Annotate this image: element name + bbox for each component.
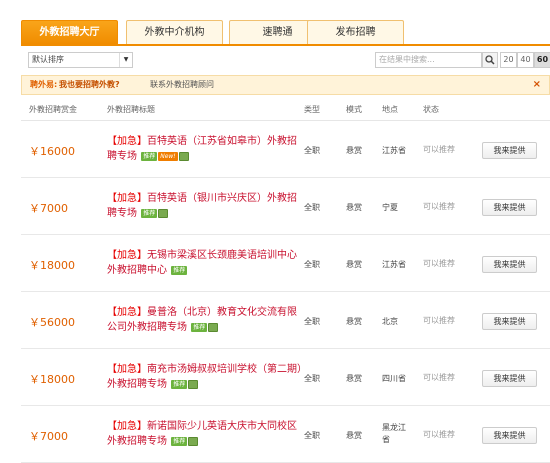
header-type: 类型: [304, 105, 320, 114]
page-size-60[interactable]: 60: [534, 52, 550, 68]
recommend-badge: 推荐: [141, 151, 158, 161]
job-mode: 悬赏: [346, 260, 362, 269]
search-button[interactable]: [482, 52, 498, 68]
sort-value: 默认排序: [32, 55, 64, 64]
job-mode: 悬赏: [346, 146, 362, 155]
job-status: 可以推荐: [423, 316, 455, 325]
salary-value: ￥18000: [29, 373, 75, 386]
tab-post-job[interactable]: 发布招聘: [307, 20, 404, 44]
job-title-link[interactable]: 【加急】百特英语（银川市兴庆区）外教招聘专场 推荐: [107, 191, 303, 221]
job-type: 全职: [304, 203, 320, 212]
provide-button[interactable]: 我来提供: [482, 427, 537, 444]
urgent-tag: 【加急】: [107, 250, 147, 261]
job-mode: 悬赏: [346, 374, 362, 383]
job-status: 可以推荐: [423, 202, 455, 211]
job-place: 宁夏: [382, 203, 398, 212]
table-row: ￥18000 【加急】无锡市梁溪区长颈鹿美语培训中心外教招聘中心 推荐 全职 悬…: [21, 235, 550, 292]
search-input[interactable]: 在结果中搜索...: [375, 52, 482, 68]
notice-question-link[interactable]: 我也要招聘外教?: [59, 76, 120, 94]
image-icon: [208, 322, 219, 332]
urgent-tag: 【加急】: [107, 421, 147, 432]
new-badge: New!: [158, 151, 178, 161]
job-title-link[interactable]: 【加急】新诺国际少儿英语大庆市大同校区外教招聘专场 推荐: [107, 419, 303, 449]
table-row: ￥18000 【加急】南充市汤姆叔叔培训学校（第二期）外教招聘专场 推荐 全职 …: [21, 349, 550, 406]
urgent-tag: 【加急】: [107, 307, 147, 318]
notice-label: 聘外易:: [30, 80, 58, 89]
job-status: 可以推荐: [423, 430, 455, 439]
salary-value: ￥18000: [29, 259, 75, 272]
job-type: 全职: [304, 146, 320, 155]
job-status: 可以推荐: [423, 373, 455, 382]
job-type: 全职: [304, 431, 320, 440]
contact-consultant-link[interactable]: 联系外教招聘顾问: [150, 76, 214, 94]
header-title: 外教招聘标题: [107, 105, 155, 114]
provide-button[interactable]: 我来提供: [482, 142, 537, 159]
job-place: 江苏省: [382, 260, 406, 269]
table-row: ￥7000 【加急】百特英语（银川市兴庆区）外教招聘专场 推荐 全职 悬赏 宁夏…: [21, 178, 550, 235]
job-type: 全职: [304, 260, 320, 269]
sort-dropdown[interactable]: 默认排序 ▼: [28, 52, 133, 68]
job-type: 全职: [304, 317, 320, 326]
salary-value: ￥56000: [29, 316, 75, 329]
table-row: ￥16000 【加急】百特英语（江苏省如皋市）外教招聘专场 推荐 New! 全职 …: [21, 121, 550, 178]
page-size-20[interactable]: 20: [500, 52, 517, 68]
close-icon[interactable]: ×: [533, 76, 541, 94]
job-mode: 悬赏: [346, 317, 362, 326]
job-place: 北京: [382, 317, 398, 326]
job-type: 全职: [304, 374, 320, 383]
tab-underline: [21, 44, 550, 46]
toolbar: 默认排序 ▼ 在结果中搜索... 20 40 60: [21, 49, 550, 71]
job-status: 可以推荐: [423, 145, 455, 154]
recommend-badge: 推荐: [171, 436, 188, 446]
job-mode: 悬赏: [346, 203, 362, 212]
job-title-link[interactable]: 【加急】南充市汤姆叔叔培训学校（第二期）外教招聘专场 推荐: [107, 362, 303, 392]
job-title-link[interactable]: 【加急】百特英语（江苏省如皋市）外教招聘专场 推荐 New!: [107, 134, 303, 164]
recommend-badge: 推荐: [191, 322, 208, 332]
notice-bar: 聘外易: 我也要招聘外教? 联系外教招聘顾问 ×: [21, 75, 550, 95]
header-mode: 模式: [346, 105, 362, 114]
tab-agencies[interactable]: 外教中介机构: [126, 20, 223, 44]
provide-button[interactable]: 我来提供: [482, 256, 537, 273]
job-title-link[interactable]: 【加急】曼普洛（北京）教育文化交流有限公司外教招聘专场 推荐: [107, 305, 303, 335]
image-icon: [158, 208, 169, 218]
salary-value: ￥7000: [29, 202, 68, 215]
job-status: 可以推荐: [423, 259, 455, 268]
image-icon: [178, 151, 189, 161]
provide-button[interactable]: 我来提供: [482, 370, 537, 387]
tab-hall[interactable]: 外教招聘大厅: [21, 20, 118, 44]
page-size-40[interactable]: 40: [517, 52, 534, 68]
search-icon: [485, 55, 495, 65]
job-title-link[interactable]: 【加急】无锡市梁溪区长颈鹿美语培训中心外教招聘中心 推荐: [107, 248, 303, 278]
tab-bar: 外教招聘大厅 外教中介机构 速聘通 发布招聘: [21, 20, 550, 44]
header-status: 状态: [423, 105, 439, 114]
job-place: 江苏省: [382, 146, 406, 155]
recommend-badge: 推荐: [171, 265, 188, 275]
provide-button[interactable]: 我来提供: [482, 199, 537, 216]
table-header: 外教招聘赏金 外教招聘标题 类型 模式 地点 状态: [21, 100, 550, 120]
urgent-tag: 【加急】: [107, 193, 147, 204]
image-icon: [188, 436, 199, 446]
header-place: 地点: [382, 105, 398, 114]
table-row: ￥56000 【加急】曼普洛（北京）教育文化交流有限公司外教招聘专场 推荐 全职…: [21, 292, 550, 349]
job-mode: 悬赏: [346, 431, 362, 440]
job-place: 黑龙江省: [382, 423, 406, 444]
urgent-tag: 【加急】: [107, 136, 147, 147]
table-row: ￥7000 【加急】新诺国际少儿英语大庆市大同校区外教招聘专场 推荐 全职 悬赏…: [21, 406, 550, 463]
provide-button[interactable]: 我来提供: [482, 313, 537, 330]
job-place: 四川省: [382, 374, 406, 383]
recommend-badge: 推荐: [171, 379, 188, 389]
image-icon: [188, 379, 199, 389]
recommend-badge: 推荐: [141, 208, 158, 218]
salary-value: ￥16000: [29, 145, 75, 158]
salary-value: ￥7000: [29, 430, 68, 443]
chevron-down-icon: ▼: [119, 53, 132, 67]
header-salary: 外教招聘赏金: [29, 105, 77, 114]
urgent-tag: 【加急】: [107, 364, 147, 375]
